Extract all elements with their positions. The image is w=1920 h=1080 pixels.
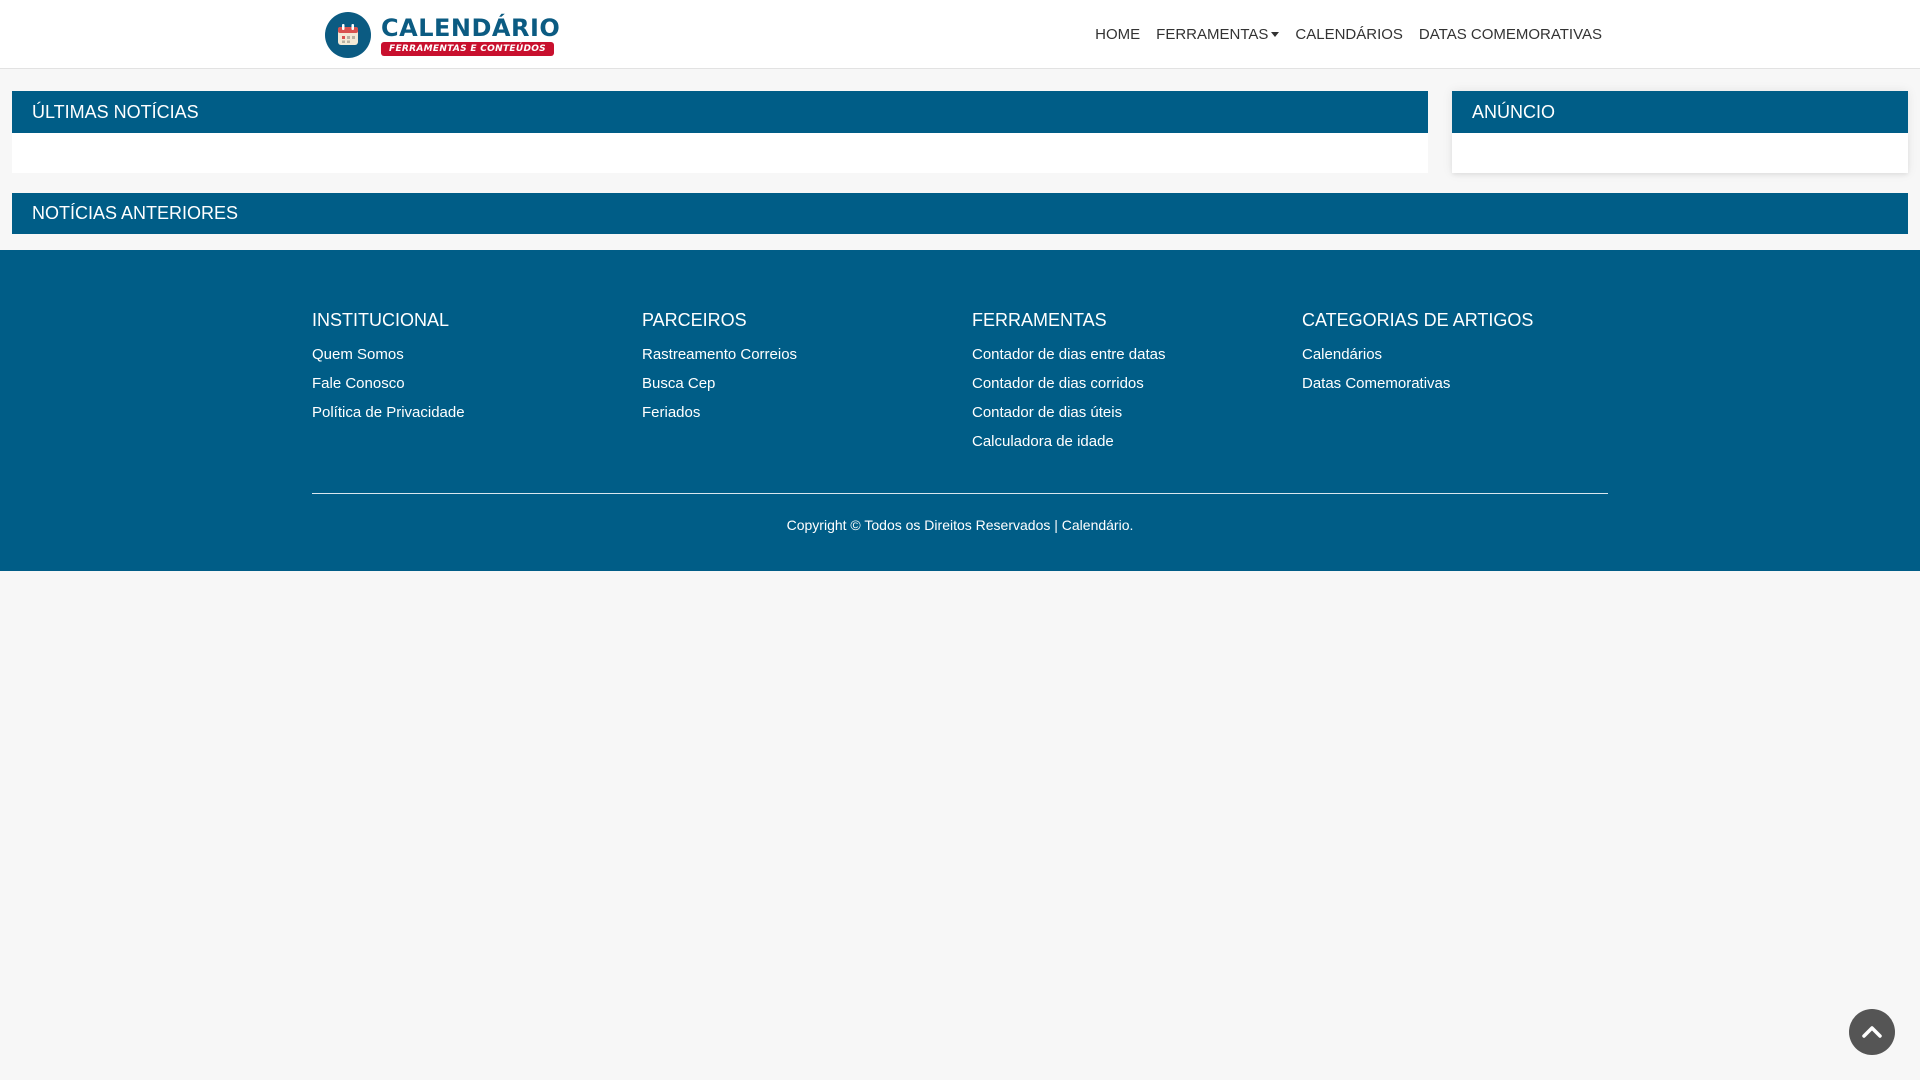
site-footer: INSTITUCIONAL Quem Somos Fale Conosco Po… <box>0 250 1920 571</box>
footer-link-politica-privacidade[interactable]: Política de Privacidade <box>312 404 465 421</box>
copyright-text: Copyright © Todos os Direitos Reservados… <box>786 517 1134 533</box>
footer-link-fale-conosco[interactable]: Fale Conosco <box>312 375 405 392</box>
footer-link-contador-dias-uteis[interactable]: Contador de dias úteis <box>972 404 1122 421</box>
footer-link-quem-somos[interactable]: Quem Somos <box>312 346 404 363</box>
noticias-anteriores-title: NOTÍCIAS ANTERIORES <box>32 203 239 223</box>
calendar-icon <box>325 12 371 58</box>
site-logo[interactable]: CALENDÁRIO FERRAMENTAS E CONTEÚDOS <box>325 12 560 58</box>
footer-link-calculadora-idade[interactable]: Calculadora de idade <box>972 433 1114 450</box>
ultimas-noticias-title: ÚLTIMAS NOTÍCIAS <box>32 101 199 122</box>
main-nav: HOME FERRAMENTAS CALENDÁRIOS DATAS COMEM… <box>1087 0 1610 69</box>
caret-down-icon <box>1271 32 1280 37</box>
footer-link-feriados[interactable]: Feriados <box>642 404 700 421</box>
anuncio-panel <box>1452 133 1908 173</box>
noticias-anteriores-heading: NOTÍCIAS ANTERIORES <box>12 193 1908 234</box>
nav-calendarios[interactable]: CALENDÁRIOS <box>1287 0 1411 69</box>
anuncio-heading: ANÚNCIO <box>1452 91 1908 133</box>
logo-subtitle: FERRAMENTAS E CONTEÚDOS <box>381 41 554 56</box>
anuncio-title: ANÚNCIO <box>1472 101 1556 122</box>
footer-column-institucional: INSTITUCIONAL Quem Somos Fale Conosco Po… <box>312 310 465 433</box>
footer-heading: CATEGORIAS DE ARTIGOS <box>1302 310 1534 330</box>
site-header: CALENDÁRIO FERRAMENTAS E CONTEÚDOS HOME … <box>0 0 1920 69</box>
back-to-top-button[interactable] <box>1849 1009 1895 1055</box>
footer-link-datas-comemorativas[interactable]: Datas Comemorativas <box>1302 375 1450 392</box>
footer-heading: INSTITUCIONAL <box>312 310 450 330</box>
footer-link-rastreamento-correios[interactable]: Rastreamento Correios <box>642 346 797 363</box>
footer-heading: PARCEIROS <box>642 310 747 330</box>
logo-text: CALENDÁRIO FERRAMENTAS E CONTEÚDOS <box>381 15 560 56</box>
footer-column-parceiros: PARCEIROS Rastreamento Correios Busca Ce… <box>642 310 797 433</box>
footer-column-categorias: CATEGORIAS DE ARTIGOS Calendários Datas … <box>1302 310 1533 404</box>
footer-column-ferramentas: FERRAMENTAS Contador de dias entre datas… <box>972 310 1165 462</box>
footer-link-contador-dias-corridos[interactable]: Contador de dias corridos <box>972 375 1144 392</box>
footer-link-busca-cep[interactable]: Busca Cep <box>642 375 715 392</box>
nav-home[interactable]: HOME <box>1087 0 1148 69</box>
nav-ferramentas-dropdown[interactable]: FERRAMENTAS <box>1148 0 1287 69</box>
footer-link-contador-dias-entre-datas[interactable]: Contador de dias entre datas <box>972 346 1165 363</box>
footer-divider <box>312 493 1608 494</box>
footer-heading: FERRAMENTAS <box>972 310 1107 330</box>
ultimas-noticias-panel <box>12 133 1428 173</box>
nav-ferramentas-label: FERRAMENTAS <box>1156 26 1269 43</box>
footer-link-calendarios[interactable]: Calendários <box>1302 346 1382 363</box>
chevron-up-icon <box>1862 1026 1882 1038</box>
logo-title: CALENDÁRIO <box>381 13 561 42</box>
ultimas-noticias-heading: ÚLTIMAS NOTÍCIAS <box>12 91 1428 133</box>
nav-datas-comemorativas[interactable]: DATAS COMEMORATIVAS <box>1411 0 1610 69</box>
